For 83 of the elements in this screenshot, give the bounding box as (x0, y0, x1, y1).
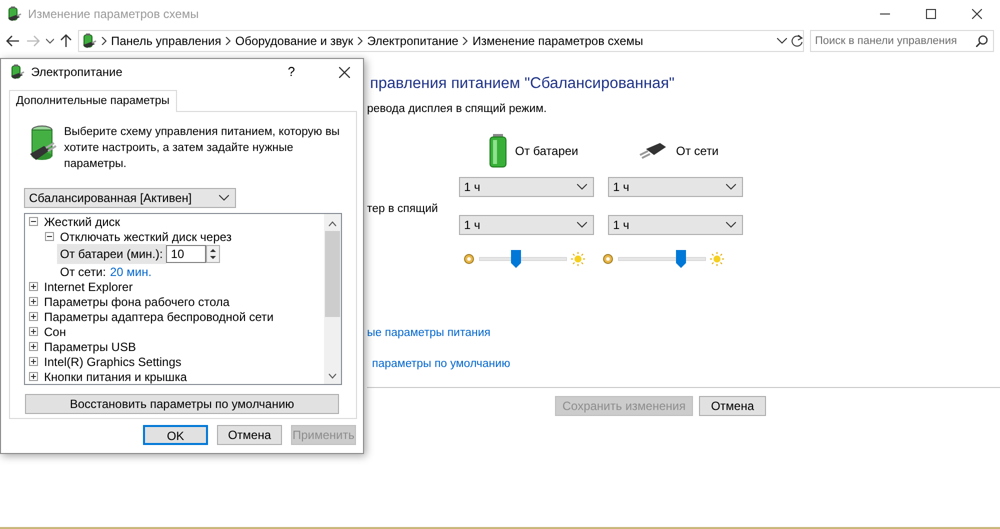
expand-icon[interactable] (29, 297, 38, 306)
maximize-icon (926, 9, 936, 19)
chevron-right-icon (357, 37, 364, 45)
spinner-arrows-icon[interactable] (206, 245, 220, 263)
slider[interactable] (618, 248, 706, 268)
dropdown[interactable]: 1 ч (608, 176, 743, 196)
chevron-down-icon (726, 184, 736, 190)
dialog-title: Электропитание (31, 64, 122, 81)
chevron-down-icon (577, 222, 587, 228)
number-field[interactable]: 10 (166, 245, 206, 263)
expand-icon[interactable] (29, 312, 38, 321)
breadcrumb[interactable]: Панель управления (111, 32, 222, 50)
breadcrumb[interactable]: Изменение параметров схемы (472, 32, 644, 50)
dropdown[interactable]: 1 ч (608, 214, 743, 234)
button[interactable]: Отмена (217, 425, 282, 445)
setting-label: От батареи (мин.): (57, 244, 166, 264)
close-icon (972, 9, 982, 19)
scheme-dropdown[interactable]: Сбалансированная [Активен] (24, 188, 236, 208)
slider[interactable] (479, 248, 567, 268)
collapse-icon[interactable] (29, 217, 38, 226)
tree-item[interactable]: Параметры фона рабочего стола (44, 292, 230, 310)
setting-label: тер в спящий (367, 202, 438, 214)
expand-icon[interactable] (29, 372, 38, 381)
recent-locations-icon[interactable] (46, 38, 54, 44)
dropdown-chevron-icon[interactable] (777, 38, 787, 44)
dropdown[interactable]: 1 ч (459, 214, 594, 234)
power-options-icon (6, 6, 22, 22)
button: Сохранить изменения (555, 396, 693, 416)
breadcrumb[interactable]: Электропитание (367, 32, 458, 50)
slider-thumb[interactable] (510, 250, 521, 268)
expand-icon[interactable] (29, 327, 38, 336)
search-icon[interactable] (976, 35, 988, 47)
chevron-down-icon (219, 195, 229, 201)
column-label: От сети (676, 142, 719, 160)
power-options-icon (9, 64, 25, 80)
tree-item[interactable]: Параметры USB (44, 338, 136, 356)
up-arrow-icon[interactable] (60, 34, 72, 48)
plan-heading: правления питанием "Сбалансированная" (370, 74, 676, 94)
search-field[interactable]: Поиск в панели управления (810, 30, 994, 52)
chevron-down-icon (726, 222, 736, 228)
breadcrumb[interactable]: Оборудование и звук (235, 32, 354, 50)
tree-item[interactable]: Сон (44, 322, 66, 340)
collapse-icon[interactable] (45, 232, 54, 241)
tree-item[interactable]: Жесткий диск (44, 214, 120, 230)
tree-item[interactable]: Intel(R) Graphics Settings (44, 352, 182, 370)
chevron-down-icon (577, 184, 587, 190)
plug-icon (638, 140, 668, 160)
dropdown[interactable]: 1 ч (459, 176, 594, 196)
plan-description: ревода дисплея в спящий режим. (367, 102, 548, 118)
restore-defaults-button[interactable]: Восстановить параметры по умолчанию (25, 394, 339, 414)
button[interactable]: OK (143, 425, 208, 445)
link[interactable]: параметры по умолчанию (372, 356, 510, 373)
expand-icon[interactable] (29, 357, 38, 366)
control-panel-icon (81, 33, 97, 49)
window-title: Изменение параметров схемы (28, 6, 199, 23)
bright-sun-icon (571, 252, 585, 266)
chevron-right-icon (101, 37, 107, 45)
help-button[interactable]: ? (288, 62, 295, 82)
link[interactable]: ые параметры питания (367, 324, 491, 342)
scrollbar[interactable] (324, 214, 341, 384)
expand-icon[interactable] (29, 282, 38, 291)
dim-brightness-icon (463, 252, 475, 264)
chevron-right-icon (225, 37, 232, 45)
tree-item[interactable]: Internet Explorer (44, 278, 133, 296)
bright-sun-icon (710, 252, 724, 266)
dim-brightness-icon (602, 252, 614, 264)
slider-thumb[interactable] (676, 250, 686, 268)
setting-value: От сети: 20 мин. (59, 264, 152, 280)
expand-icon[interactable] (29, 342, 38, 351)
instruction-text: Выберите схему управления питанием, которую вы хотите настроить, а затем задайте нужные параметры. (64, 125, 341, 172)
column-label: От батареи (515, 142, 578, 160)
battery-icon (489, 134, 507, 168)
refresh-icon[interactable] (791, 35, 803, 47)
chevron-right-icon (462, 37, 468, 45)
button: Применить (291, 425, 356, 445)
scrollbar-thumb[interactable] (325, 231, 340, 317)
back-arrow-icon[interactable] (6, 35, 20, 47)
tree-item[interactable]: Кнопки питания и крышка (44, 368, 187, 384)
tree-item[interactable]: Параметры адаптера беспроводной сети (44, 308, 274, 326)
close-icon (338, 66, 350, 78)
tree-item[interactable]: Отключать жесткий диск через (60, 228, 232, 246)
button[interactable]: Отмена (699, 396, 766, 416)
tab[interactable]: Дополнительные параметры (9, 90, 176, 112)
